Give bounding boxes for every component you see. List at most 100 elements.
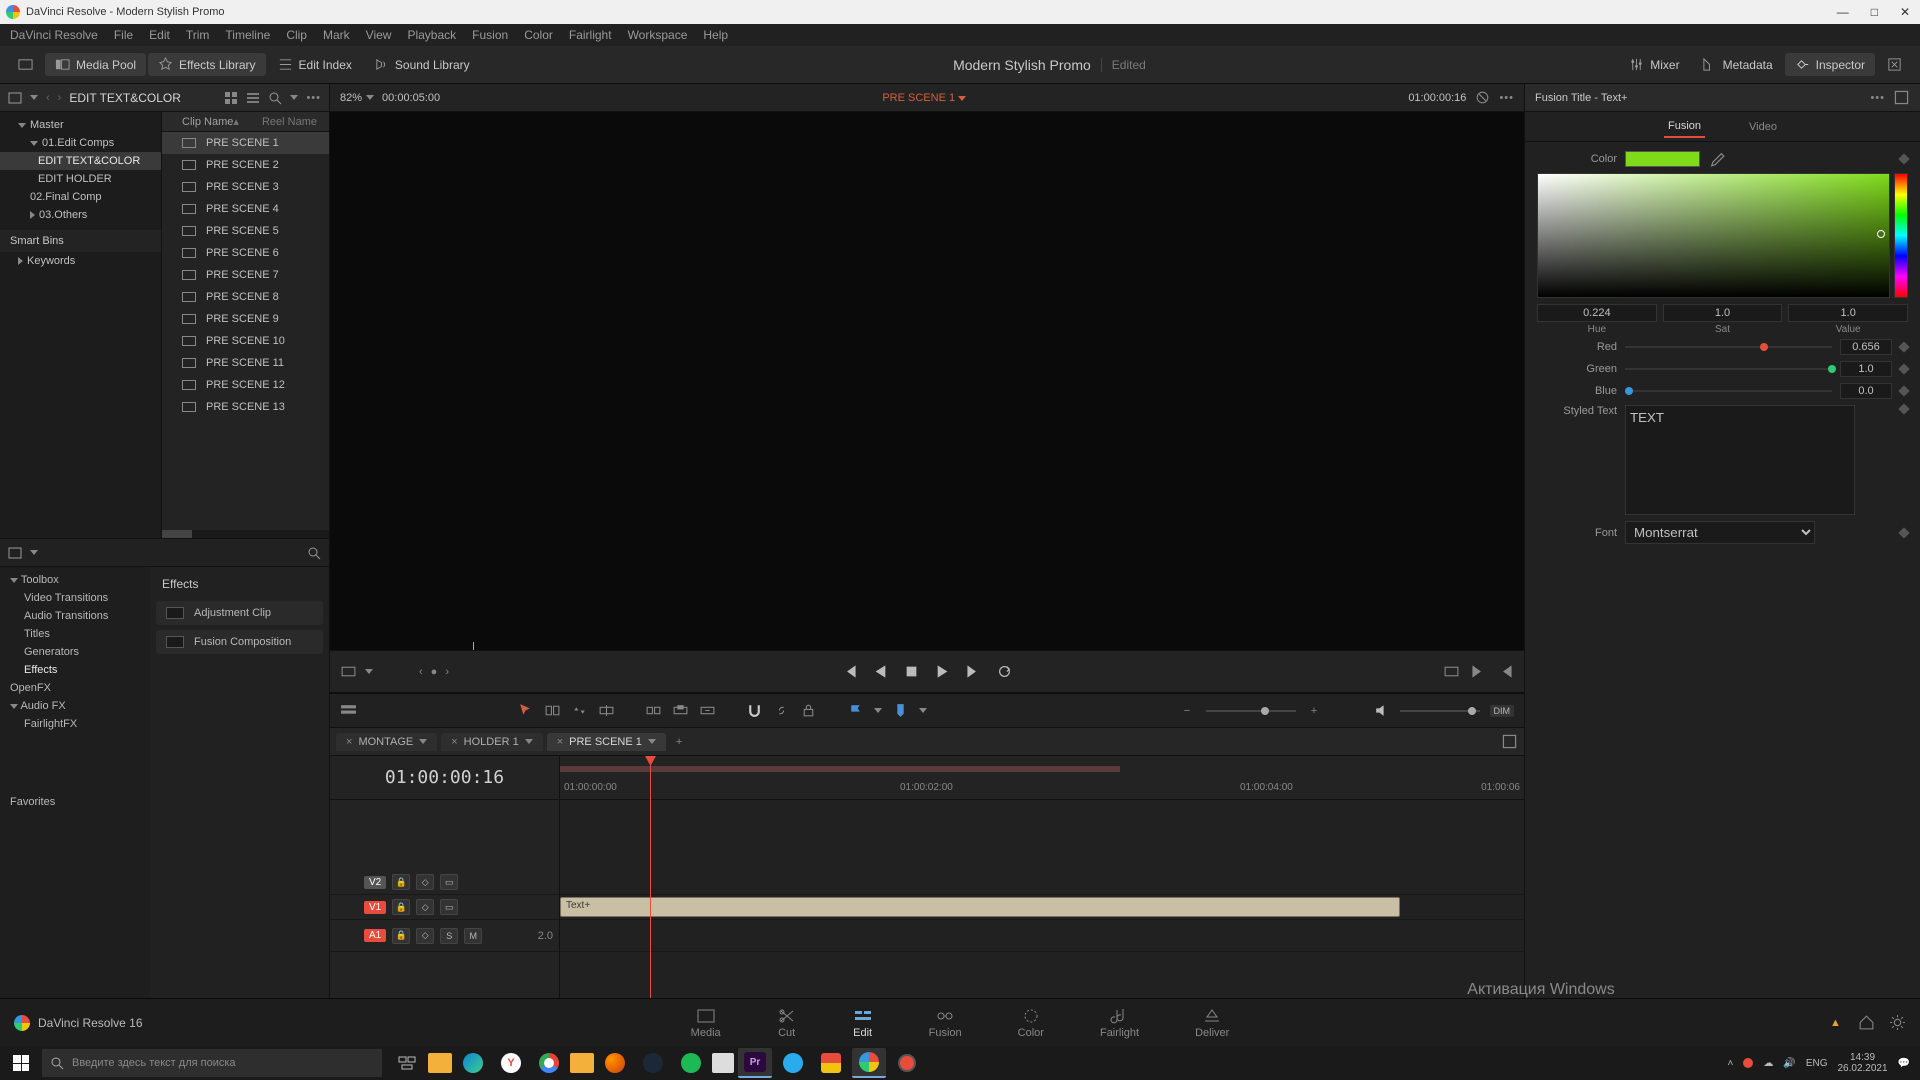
go-last-button[interactable] xyxy=(965,663,982,680)
taskbar-app-record[interactable] xyxy=(890,1048,924,1078)
color-picker-icon[interactable] xyxy=(1708,150,1725,167)
menu-item[interactable]: Workspace xyxy=(628,28,688,42)
replace-clip-button[interactable] xyxy=(699,702,716,719)
menu-item[interactable]: Edit xyxy=(149,28,170,42)
taskbar-app-edge[interactable] xyxy=(456,1048,490,1078)
track-lock-icon[interactable]: 🔒 xyxy=(392,928,410,944)
viewer-scrubber[interactable] xyxy=(330,642,1524,650)
tray-notifications-icon[interactable]: 💬 xyxy=(1898,1058,1910,1069)
snapping-toggle[interactable] xyxy=(746,702,763,719)
clip-list-scrollbar[interactable] xyxy=(162,530,329,538)
menu-item[interactable]: Timeline xyxy=(225,28,270,42)
clip-row[interactable]: PRE SCENE 7 xyxy=(162,264,329,286)
blue-value[interactable]: 0.0 xyxy=(1840,383,1892,399)
track-lock-icon[interactable]: 🔒 xyxy=(392,899,410,915)
sound-library-toggle[interactable]: Sound Library xyxy=(364,53,480,76)
volume-slider[interactable] xyxy=(1400,710,1480,712)
clip-row[interactable]: PRE SCENE 2 xyxy=(162,154,329,176)
close-tab-icon[interactable]: × xyxy=(346,736,352,748)
timeline-tab-holder[interactable]: ×HOLDER 1 xyxy=(441,733,542,751)
page-color[interactable]: Color xyxy=(1010,1005,1052,1041)
track-auto-select[interactable]: ◇ xyxy=(416,874,434,890)
menu-item[interactable]: View xyxy=(366,28,392,42)
taskbar-app-misc[interactable] xyxy=(814,1048,848,1078)
prev-marker-icon[interactable]: ‹ xyxy=(419,666,423,678)
timeline-canvas[interactable]: 01:00:00:00 01:00:02:00 01:00:04:00 01:0… xyxy=(560,756,1524,998)
track-lock-icon[interactable]: 🔒 xyxy=(392,874,410,890)
menu-item[interactable]: Clip xyxy=(286,28,307,42)
search-icon[interactable] xyxy=(268,91,282,105)
keyframe-diamond[interactable] xyxy=(1898,363,1909,374)
overwrite-clip-button[interactable] xyxy=(672,702,689,719)
timeline-timecode[interactable]: 01:00:00:16 xyxy=(330,756,559,800)
menu-item[interactable]: Color xyxy=(524,28,553,42)
sort-dropdown-icon[interactable] xyxy=(290,95,298,100)
flag-button[interactable] xyxy=(847,702,864,719)
tab-video[interactable]: Video xyxy=(1745,117,1781,137)
list-view-icon[interactable] xyxy=(246,91,260,105)
track-label-v1[interactable]: V1 xyxy=(364,901,386,914)
clip-row[interactable]: PRE SCENE 10 xyxy=(162,330,329,352)
play-button[interactable] xyxy=(934,663,951,680)
dynamic-trim-tool[interactable] xyxy=(571,702,588,719)
project-settings-icon[interactable] xyxy=(1889,1014,1906,1031)
fullscreen-viewer-button[interactable] xyxy=(8,53,43,76)
page-fairlight[interactable]: Fairlight xyxy=(1092,1005,1147,1041)
font-select[interactable]: Montserrat xyxy=(1625,521,1815,544)
tray-record-icon[interactable] xyxy=(1743,1058,1753,1068)
audio-transitions[interactable]: Audio Transitions xyxy=(0,607,150,625)
panel-dropdown-icon[interactable] xyxy=(30,550,38,555)
tray-volume-icon[interactable]: 🔊 xyxy=(1783,1058,1795,1069)
mixer-toggle[interactable]: Mixer xyxy=(1619,53,1689,76)
timeline-tab-montage[interactable]: ×MONTAGE xyxy=(336,733,437,751)
track-auto-select[interactable]: ◇ xyxy=(416,899,434,915)
tray-clock[interactable]: 14:39 26.02.2021 xyxy=(1837,1052,1887,1074)
effects-library-toggle[interactable]: Effects Library xyxy=(148,53,265,76)
taskbar-app-steam[interactable] xyxy=(636,1048,670,1078)
green-value[interactable]: 1.0 xyxy=(1840,361,1892,377)
nav-back-button[interactable]: ‹ xyxy=(46,92,50,104)
menu-item[interactable]: Mark xyxy=(323,28,350,42)
track-a1[interactable] xyxy=(560,920,1524,952)
tab-fusion[interactable]: Fusion xyxy=(1664,116,1705,138)
go-first-button[interactable] xyxy=(841,663,858,680)
keyframe-diamond[interactable] xyxy=(1898,385,1909,396)
bin-edit-text-color[interactable]: EDIT TEXT&COLOR xyxy=(0,152,161,170)
track-enable[interactable]: ▭ xyxy=(440,899,458,915)
page-cut[interactable]: Cut xyxy=(769,1005,805,1041)
track-header-v1[interactable]: V1 🔒 ◇ ▭ xyxy=(330,895,559,920)
timeline-clip-text[interactable]: Text+ xyxy=(560,897,1400,917)
close-tab-icon[interactable]: × xyxy=(451,736,457,748)
arrow-tool[interactable] xyxy=(517,702,534,719)
window-close-button[interactable]: ✕ xyxy=(1896,5,1914,19)
warning-icon[interactable]: ▲ xyxy=(1827,1014,1844,1031)
track-v2[interactable] xyxy=(560,870,1524,895)
clip-row[interactable]: PRE SCENE 11 xyxy=(162,352,329,374)
clip-row[interactable]: PRE SCENE 12 xyxy=(162,374,329,396)
green-slider[interactable] xyxy=(1625,368,1832,370)
viewer-options-icon[interactable]: ••• xyxy=(1499,92,1514,104)
clip-row[interactable]: PRE SCENE 9 xyxy=(162,308,329,330)
page-media[interactable]: Media xyxy=(683,1005,729,1041)
menu-item[interactable]: Trim xyxy=(186,28,210,42)
taskbar-app-premiere[interactable]: Pr xyxy=(738,1048,772,1078)
track-label-a1[interactable]: A1 xyxy=(364,929,386,942)
sat-input[interactable] xyxy=(1663,304,1783,322)
color-sv-picker[interactable] xyxy=(1537,173,1890,298)
toolbox-node[interactable]: Toolbox xyxy=(0,571,150,589)
zoom-out-icon[interactable]: − xyxy=(1179,702,1196,719)
timeline-view-options[interactable] xyxy=(340,702,357,719)
menu-item[interactable]: DaVinci Resolve xyxy=(10,28,98,42)
marker-dropdown[interactable] xyxy=(919,708,927,713)
hue-slider[interactable] xyxy=(1894,173,1908,298)
bin-final-comp[interactable]: 02.Final Comp xyxy=(0,188,161,206)
clip-row[interactable]: PRE SCENE 13 xyxy=(162,396,329,418)
taskbar-app-firefox[interactable] xyxy=(598,1048,632,1078)
metadata-toggle[interactable]: Metadata xyxy=(1692,53,1783,76)
track-v1[interactable]: Text+ xyxy=(560,895,1524,920)
clip-row[interactable]: PRE SCENE 4 xyxy=(162,198,329,220)
nav-fwd-button[interactable]: › xyxy=(58,92,62,104)
source-clip-name[interactable]: PRE SCENE 1 xyxy=(882,92,966,104)
zoom-slider[interactable] xyxy=(1206,710,1296,712)
timeline-viewer[interactable] xyxy=(330,112,1524,650)
